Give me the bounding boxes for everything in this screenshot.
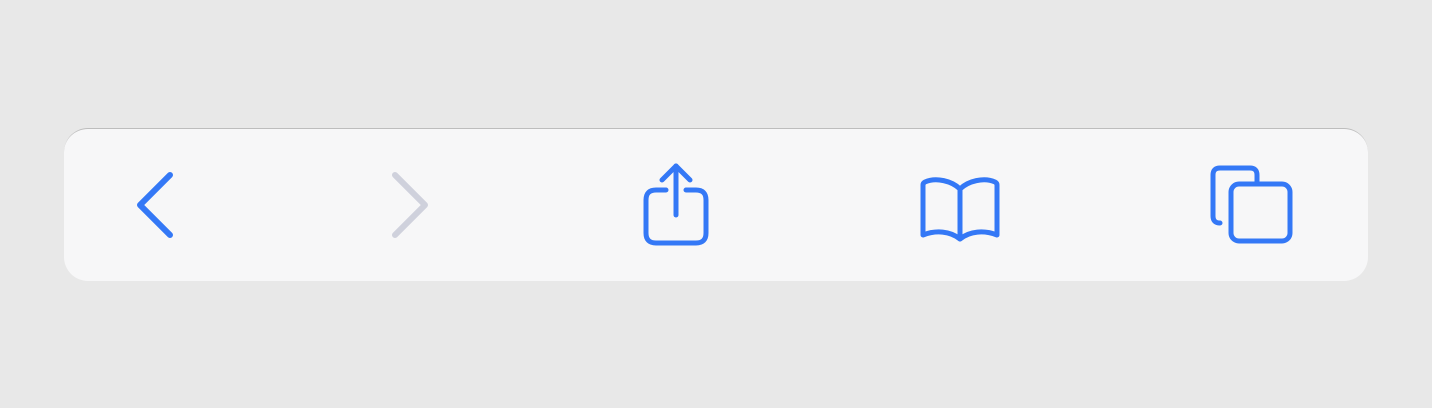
chevron-right-icon (392, 172, 428, 238)
back-button[interactable] (120, 157, 200, 253)
share-button[interactable] (626, 153, 726, 253)
tabs-button[interactable] (1196, 155, 1304, 255)
share-icon (643, 163, 709, 246)
tabs-icon (1210, 165, 1293, 244)
bottom-toolbar (64, 128, 1368, 281)
chevron-left-icon (137, 172, 173, 238)
bookmarks-button[interactable] (906, 159, 1014, 255)
book-icon (920, 177, 1000, 242)
forward-button[interactable] (370, 157, 450, 253)
